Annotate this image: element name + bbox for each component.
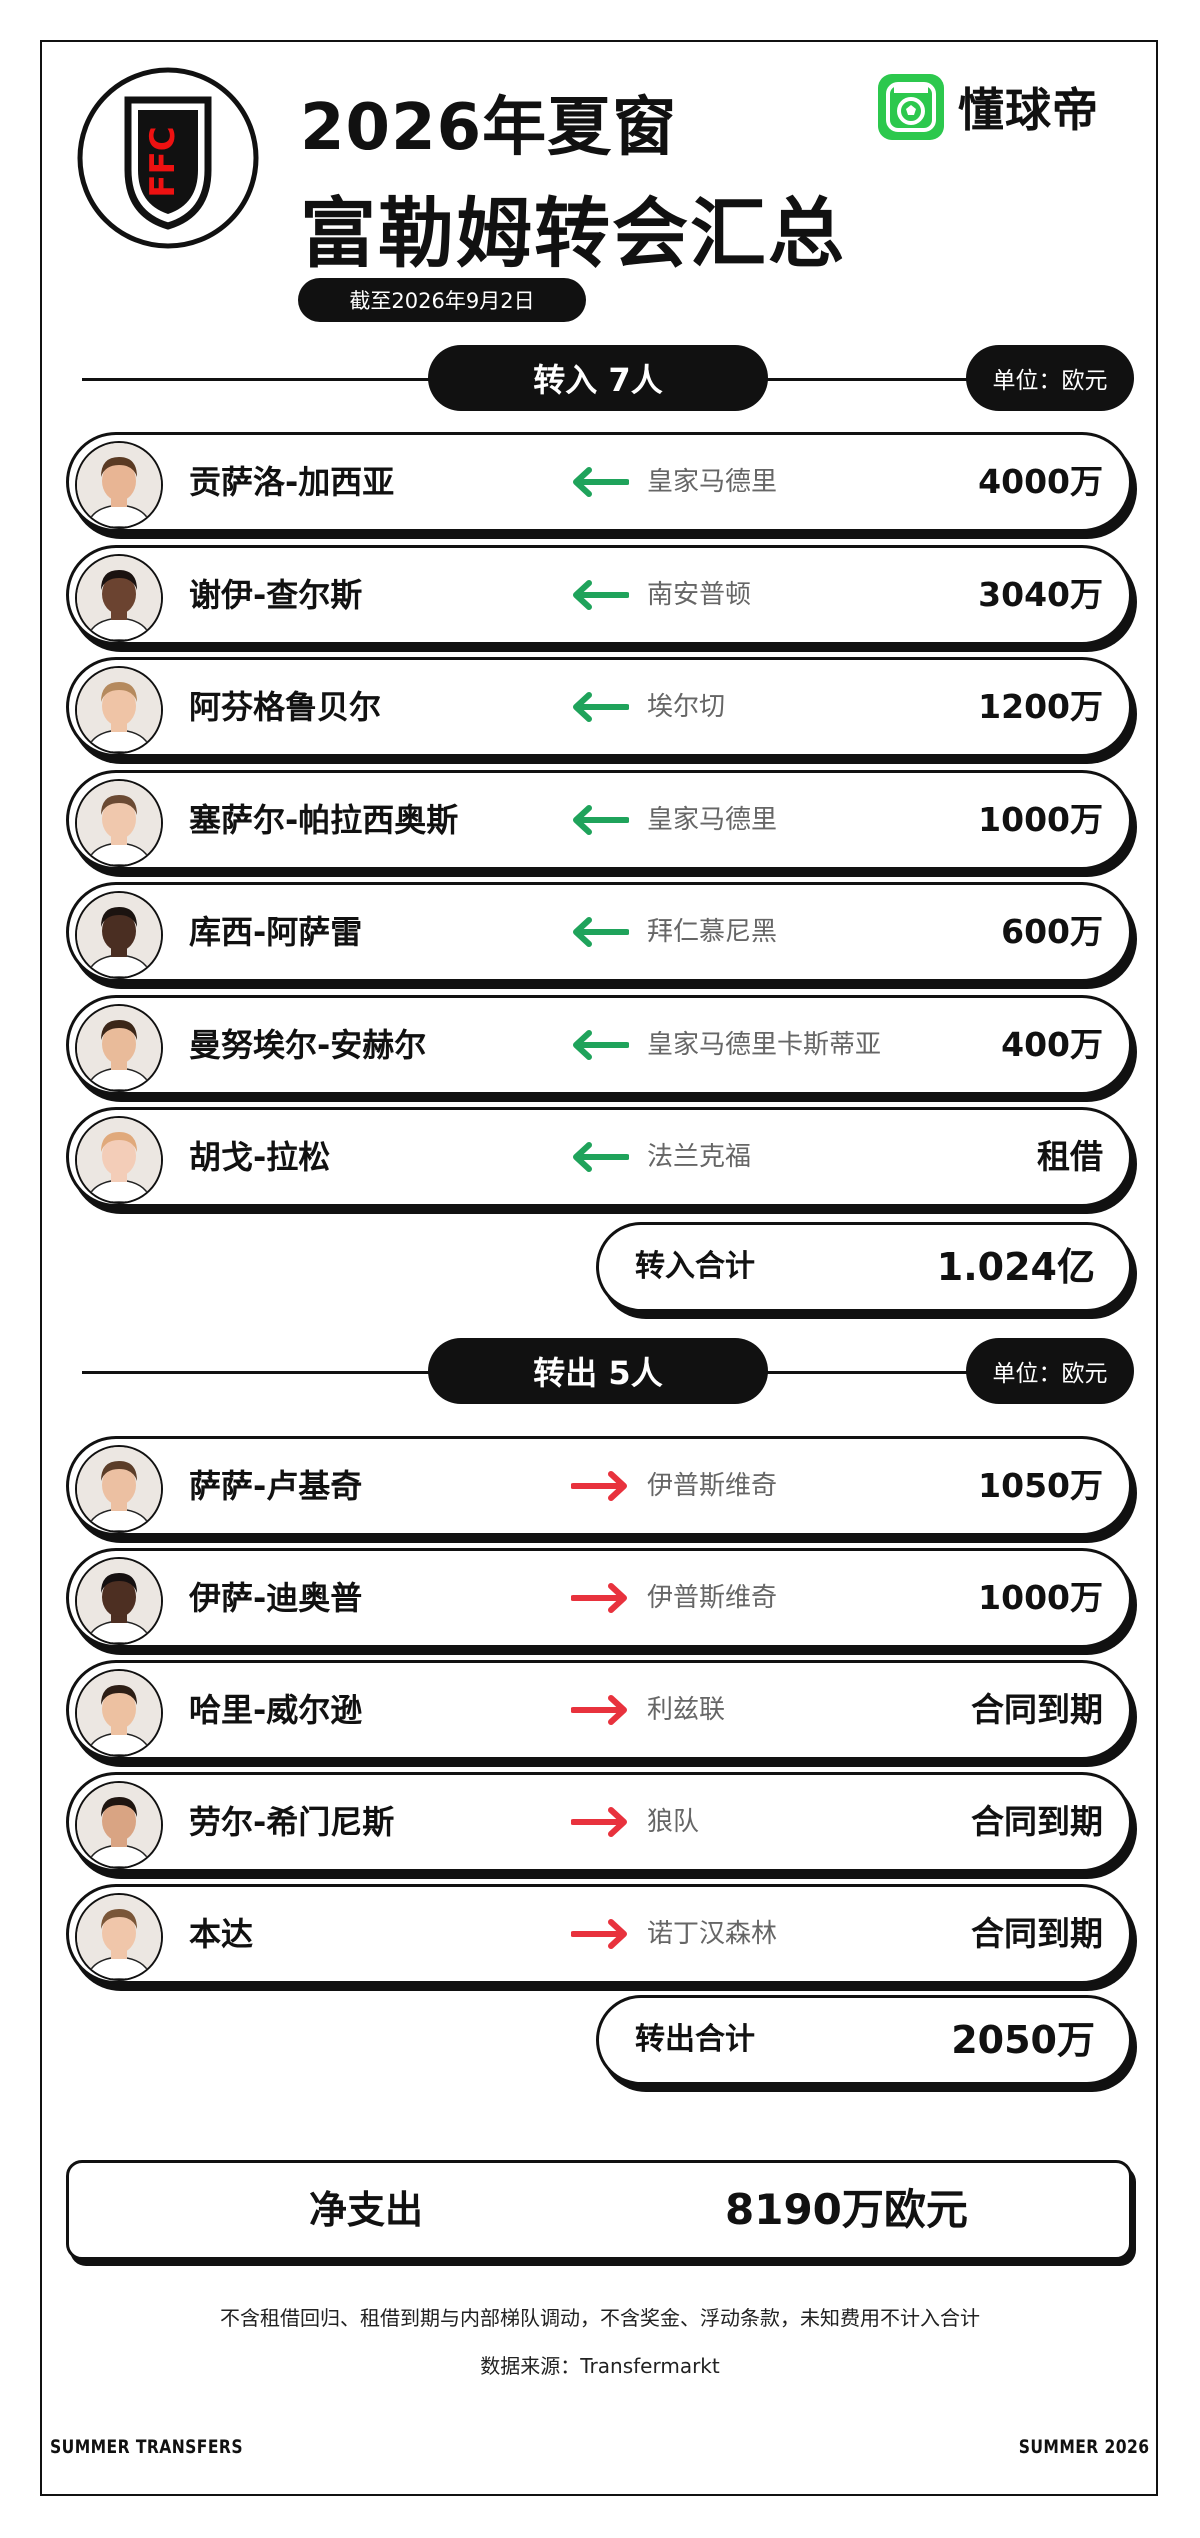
arrow-right-icon (571, 1919, 627, 1949)
net-spend-label: 净支出 (309, 2188, 424, 2232)
brand-name: 懂球帝 (958, 83, 1099, 137)
fulham-badge-icon: FFC (77, 67, 259, 249)
club-name: 埃尔切 (647, 692, 726, 722)
footnote: 不含租借回归、租借到期与内部梯队调动，不含奖金、浮动条款，未知费用不计入合计 (220, 2306, 980, 2330)
club-name: 皇家马德里卡斯蒂亚 (647, 1029, 882, 1060)
date-badge: 截至2026年9月2日 (298, 278, 586, 322)
arrow-right-icon (571, 1471, 627, 1501)
player-name: 本达 (189, 1915, 254, 1953)
player-name: 伊萨-迪奥普 (189, 1579, 363, 1617)
out-row: 劳尔-希门尼斯 狼队 合同到期 (66, 1772, 1132, 1872)
arrow-right-icon (571, 1695, 627, 1725)
arrow-left-icon (573, 917, 629, 947)
total-out-value: 2050万 (951, 2018, 1095, 2062)
total-out-box: 转出合计 2050万 (596, 1995, 1132, 2085)
brand-logo: 懂球帝 (878, 74, 1099, 140)
transfer-fee: 合同到期 (971, 1690, 1103, 1729)
transfer-fee: 600万 (1001, 912, 1103, 951)
player-name: 劳尔-希门尼斯 (189, 1803, 395, 1841)
out-row: 萨萨-卢基奇 伊普斯维奇 1050万 (66, 1436, 1132, 1536)
player-name: 阿芬格鲁贝尔 (189, 688, 382, 726)
transfer-fee: 3040万 (978, 574, 1103, 614)
club-name: 利兹联 (647, 1695, 726, 1725)
club-name: 诺丁汉森林 (647, 1919, 778, 1949)
player-name: 库西-阿萨雷 (189, 913, 363, 951)
in-row: 库西-阿萨雷 拜仁慕尼黑 600万 (66, 882, 1132, 982)
player-avatar (75, 441, 163, 529)
page-title-line2: 富勒姆转会汇总 (300, 189, 846, 278)
player-avatar (75, 1557, 163, 1645)
transfer-fee: 1000万 (978, 1578, 1103, 1617)
in-row: 胡戈-拉松 法兰克福 租借 (66, 1107, 1132, 1207)
total-out-label: 转出合计 (635, 2022, 755, 2057)
player-name: 塞萨尔-帕拉西奥斯 (189, 800, 459, 839)
footer-right: SUMMER 2026 (1019, 2436, 1150, 2458)
club-name: 伊普斯维奇 (647, 1471, 778, 1501)
club-name: 法兰克福 (647, 1142, 752, 1172)
transfer-fee: 合同到期 (971, 1802, 1103, 1841)
page-title-line1: 2026年夏窗 (300, 91, 678, 165)
data-source: 数据来源：Transfermarkt (480, 2354, 720, 2378)
arrow-left-icon (573, 1142, 629, 1172)
brand-ball-icon (878, 74, 944, 140)
player-name: 谢伊-查尔斯 (189, 575, 363, 614)
player-name: 胡戈-拉松 (189, 1138, 331, 1176)
net-spend-value: 8190万欧元 (725, 2185, 968, 2234)
arrow-left-icon (573, 692, 629, 722)
club-name: 狼队 (647, 1807, 700, 1837)
unit-badge-in: 单位：欧元 (966, 345, 1134, 411)
club-name: 皇家马德里 (647, 804, 778, 835)
footer-left: SUMMER TRANSFERS (50, 2436, 243, 2458)
player-avatar (75, 666, 163, 754)
transfer-fee: 1000万 (978, 799, 1103, 839)
unit-badge-out: 单位：欧元 (966, 1338, 1134, 1404)
arrow-right-icon (571, 1807, 627, 1837)
badge-letters: FFC (143, 126, 183, 197)
player-name: 贡萨洛-加西亚 (189, 463, 395, 501)
out-row: 伊萨-迪奥普 伊普斯维奇 1000万 (66, 1548, 1132, 1648)
in-row: 阿芬格鲁贝尔 埃尔切 1200万 (66, 657, 1132, 757)
transfer-fee: 1200万 (978, 687, 1103, 726)
out-row: 哈里-威尔逊 利兹联 合同到期 (66, 1660, 1132, 1760)
transfer-fee: 4000万 (978, 462, 1103, 501)
total-in-box: 转入合计 1.024亿 (596, 1222, 1132, 1312)
player-avatar (75, 1781, 163, 1869)
player-name: 哈里-威尔逊 (189, 1691, 363, 1729)
transfer-fee: 1050万 (978, 1466, 1103, 1505)
player-avatar (75, 1893, 163, 1981)
player-avatar (75, 891, 163, 979)
player-name: 萨萨-卢基奇 (189, 1467, 363, 1505)
in-row: 谢伊-查尔斯 南安普顿 3040万 (66, 544, 1132, 645)
club-name: 南安普顿 (647, 579, 752, 610)
player-avatar (75, 553, 163, 642)
player-avatar (75, 1669, 163, 1757)
total-in-value: 1.024亿 (936, 1245, 1095, 1289)
player-avatar (75, 778, 163, 867)
total-in-label: 转入合计 (635, 1249, 755, 1284)
arrow-left-icon (573, 467, 629, 497)
club-name: 伊普斯维奇 (647, 1583, 778, 1613)
club-name: 拜仁慕尼黑 (647, 917, 778, 947)
arrow-left-icon (573, 804, 629, 835)
player-name: 曼努埃尔-安赫尔 (189, 1025, 427, 1064)
section-title-in: 转入 7人 (428, 345, 768, 411)
out-row: 本达 诺丁汉森林 合同到期 (66, 1884, 1132, 1984)
in-row: 贡萨洛-加西亚 皇家马德里 4000万 (66, 432, 1132, 532)
player-avatar (75, 1116, 163, 1204)
net-spend-box: 净支出 8190万欧元 (66, 2160, 1132, 2260)
arrow-left-icon (573, 1029, 629, 1060)
player-avatar (75, 1445, 163, 1533)
arrow-left-icon (573, 579, 629, 610)
club-name: 皇家马德里 (647, 467, 778, 497)
in-row: 塞萨尔-帕拉西奥斯 皇家马德里 1000万 (66, 769, 1132, 870)
transfer-fee: 租借 (1037, 1137, 1103, 1176)
player-avatar (75, 1003, 163, 1092)
in-row: 曼努埃尔-安赫尔 皇家马德里卡斯蒂亚 400万 (66, 994, 1132, 1095)
section-title-out: 转出 5人 (428, 1338, 768, 1404)
transfer-fee: 合同到期 (971, 1914, 1103, 1953)
transfer-fee: 400万 (1001, 1024, 1103, 1064)
arrow-right-icon (571, 1583, 627, 1613)
